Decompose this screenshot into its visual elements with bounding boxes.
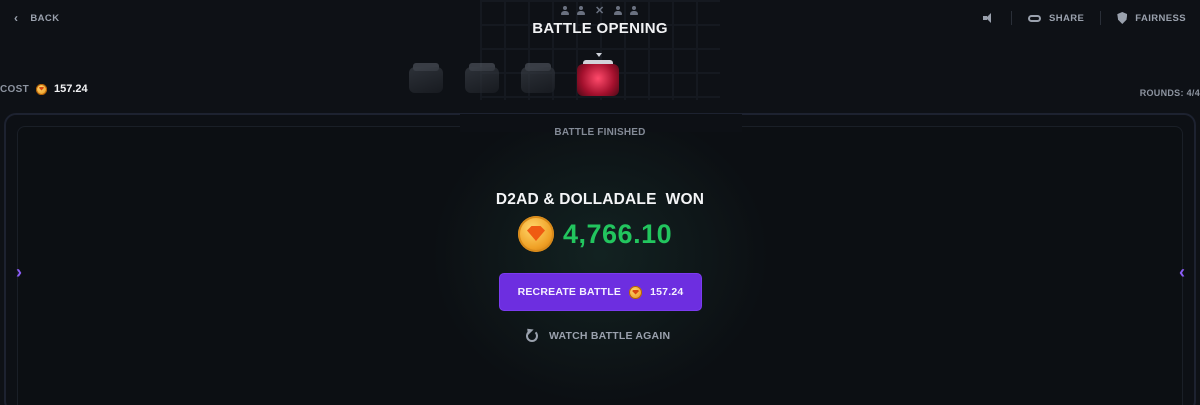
replay-icon — [526, 330, 538, 342]
case-thumbnail[interactable] — [405, 61, 447, 99]
case-thumbnail[interactable] — [461, 61, 503, 99]
case-thumbnail-active[interactable] — [573, 58, 623, 102]
player-icon — [613, 5, 623, 16]
case-strip — [405, 58, 623, 102]
chevron-right-icon[interactable]: › — [12, 262, 26, 282]
cost-label: COST — [0, 83, 29, 95]
prize-value: 4,766.10 — [563, 218, 673, 249]
player-icon — [576, 5, 586, 16]
recreate-battle-button[interactable]: RECREATE BATTLE 157.24 — [499, 273, 702, 311]
case-body — [521, 67, 555, 93]
recreate-price: 157.24 — [650, 286, 684, 298]
watch-again-label: WATCH BATTLE AGAIN — [549, 330, 671, 342]
chevron-left-icon[interactable]: ‹ — [1175, 262, 1189, 282]
page-title: BATTLE OPENING — [532, 20, 668, 37]
case-thumbnail[interactable] — [517, 61, 559, 99]
coin-icon — [629, 285, 643, 299]
player-slots: ✕ — [560, 4, 639, 17]
player-icon — [560, 5, 570, 16]
player-icon — [629, 5, 639, 16]
result-glow — [430, 132, 770, 405]
watch-again-button[interactable]: WATCH BATTLE AGAIN — [526, 330, 670, 342]
versus-icon: ✕ — [595, 5, 605, 17]
coin-icon — [35, 83, 47, 95]
active-case-marker — [596, 53, 602, 57]
battle-cost: COST 157.24 — [0, 83, 88, 95]
case-body — [409, 67, 443, 93]
case-body — [577, 64, 619, 96]
rounds-counter: ROUNDS: 4/4 — [1139, 88, 1200, 98]
recreate-label: RECREATE BATTLE — [517, 286, 622, 298]
prize-amount: 4,766.10 — [518, 216, 672, 252]
case-body — [465, 67, 499, 93]
winner-text: D2AD & DOLLADALE WON — [495, 191, 705, 208]
cost-value: 157.24 — [53, 83, 88, 95]
coin-icon — [518, 216, 554, 252]
battle-status: BATTLE FINISHED — [554, 127, 646, 138]
